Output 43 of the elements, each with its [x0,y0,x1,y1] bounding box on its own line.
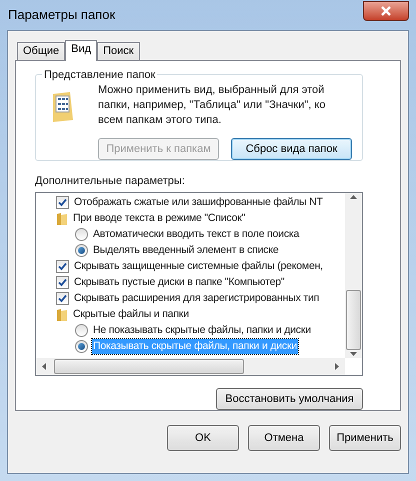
scroll-up-icon [350,194,357,198]
tab[interactable]: Поиск [97,42,140,60]
radio-button[interactable] [75,244,88,257]
folder-view-icon [52,91,74,123]
option-label[interactable]: Выделять введенный элемент в списке [92,243,280,258]
close-icon [380,6,392,16]
option-label[interactable]: Не показывать скрытые файлы, папки и диски [92,323,312,338]
option-label[interactable]: Скрывать защищенные системные файлы (рекомен, [73,259,324,274]
scroll-right-icon [335,363,339,370]
description-text: Можно применить вид, выбранный для этой папки, например, "Таблица" или "Значки", ко всем папкам этого типа. [98,83,326,128]
folder-icon [56,308,68,322]
checkbox[interactable] [56,196,69,209]
section-label: Дополнительные параметры: [35,174,186,189]
scroll-thumb[interactable] [54,359,244,374]
option-label[interactable]: Скрывать пустые диски в папке "Компьютер" [73,275,286,290]
option-label[interactable]: Скрытые файлы и папки [72,307,190,322]
folder-icon [56,212,68,226]
scroll-thumb[interactable] [346,290,361,350]
radio-button[interactable] [75,340,88,353]
radio-button[interactable] [75,324,88,337]
window-title: Параметры папок [7,6,116,24]
option-label[interactable]: Отображать сжатые или зашифрованные файлы NT [73,195,324,210]
close-button[interactable] [363,1,409,21]
checkbox[interactable] [56,260,69,273]
option-label[interactable]: При вводе текста в режиме "Список" [72,211,246,226]
radio-button[interactable] [75,228,88,241]
tab[interactable]: Общие [17,42,66,60]
dialog-button[interactable]: Сброс вида папок [231,138,352,160]
dialog-button[interactable]: OK [167,425,239,451]
scroll-left-icon [42,363,46,370]
scroll-down-icon [350,352,357,356]
group-title: Представление папок [42,67,158,84]
dialog-button[interactable]: Восстановить умолчания [216,388,363,410]
checkmark-icon [58,198,67,207]
option-label[interactable]: Скрывать расширения для зарегистрированных тип [73,291,320,306]
tab[interactable]: Вид [65,40,98,61]
option-label[interactable]: Автоматически вводить текст в поле поиска [92,227,300,242]
checkbox[interactable] [56,292,69,305]
dialog-button[interactable]: Отмена [248,425,320,451]
horizontal-scrollbar[interactable] [36,358,345,375]
dialog-button[interactable]: Применить [329,425,401,451]
checkbox[interactable] [56,276,69,289]
vertical-scrollbar[interactable] [345,192,362,358]
